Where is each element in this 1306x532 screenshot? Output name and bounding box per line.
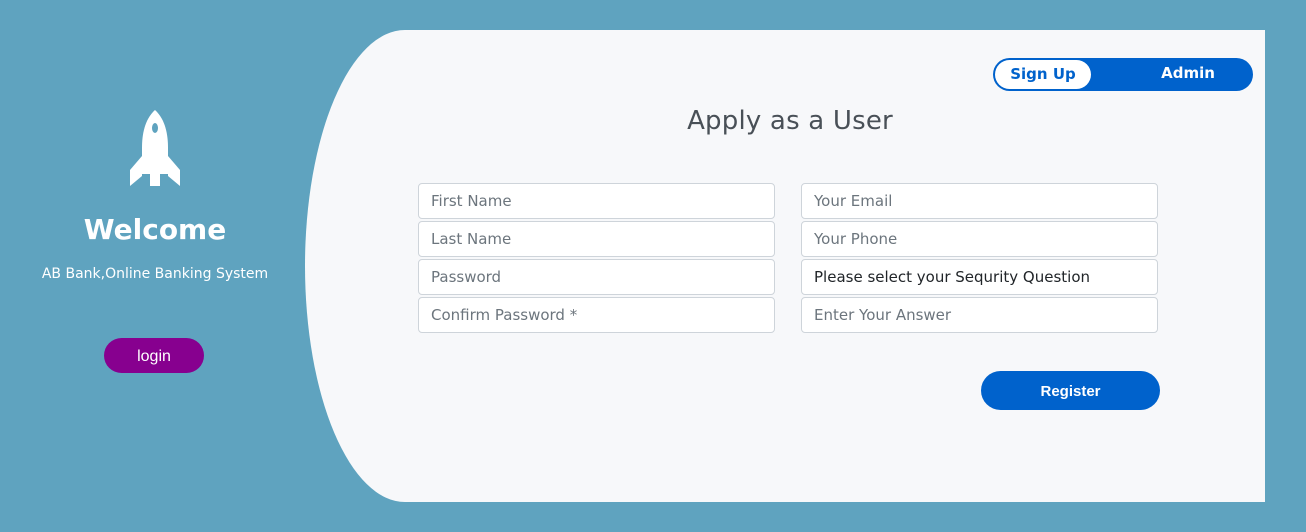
phone-input[interactable]	[801, 221, 1158, 257]
rocket-icon	[130, 110, 180, 186]
signup-toggle-button[interactable]: Sign Up	[995, 60, 1091, 89]
security-answer-input[interactable]	[801, 297, 1158, 333]
login-button[interactable]: login	[104, 338, 204, 373]
password-input[interactable]	[418, 259, 775, 295]
register-button[interactable]: Register	[981, 371, 1160, 410]
last-name-input[interactable]	[418, 221, 775, 257]
sidebar-panel: Welcome AB Bank,Online Banking System lo…	[0, 0, 310, 532]
role-toggle: Sign Up Admin	[993, 58, 1253, 91]
welcome-heading: Welcome	[83, 213, 227, 246]
form-title: Apply as a User	[687, 106, 893, 136]
first-name-input[interactable]	[418, 183, 775, 219]
tagline-text: AB Bank,Online Banking System	[41, 266, 269, 282]
confirm-password-input[interactable]	[418, 297, 775, 333]
admin-toggle-button[interactable]: Admin	[1133, 58, 1243, 91]
registration-card: Sign Up Admin Apply as a User Please sel…	[305, 30, 1265, 502]
security-question-select[interactable]: Please select your Sequrity Question	[801, 259, 1158, 295]
email-input[interactable]	[801, 183, 1158, 219]
